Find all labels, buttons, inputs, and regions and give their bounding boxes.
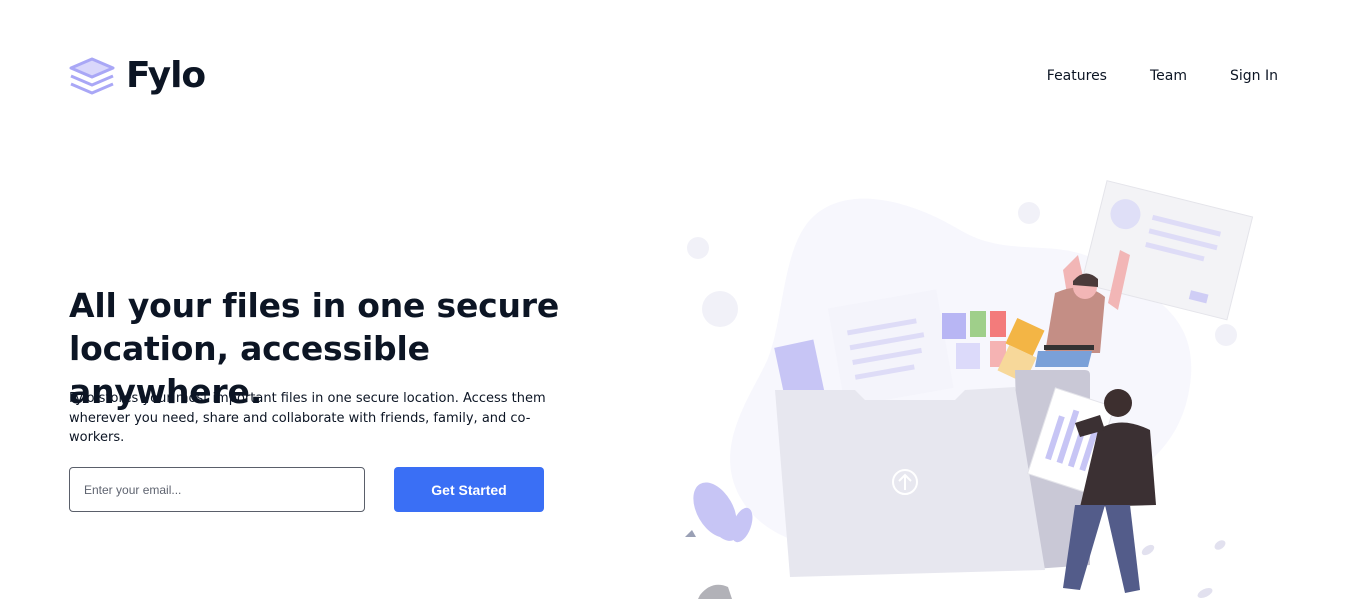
hero-illustration — [685, 180, 1254, 599]
leaf — [1141, 544, 1155, 556]
hero-description: Fylo stores your most important files in… — [69, 391, 546, 445]
stacked-layers-icon — [69, 57, 115, 95]
get-started-button[interactable]: Get Started — [394, 467, 544, 512]
rock — [698, 584, 732, 599]
logo[interactable]: Fylo — [68, 54, 206, 98]
leaf — [1214, 540, 1226, 550]
nav-link-sign-in[interactable]: Sign In — [1230, 68, 1278, 84]
small-rock — [685, 530, 696, 537]
leaf — [1197, 588, 1213, 598]
folder-front — [775, 387, 1045, 577]
deco-circle — [702, 291, 738, 327]
main-nav: Features Team Sign In — [1047, 68, 1278, 84]
nav-link-features[interactable]: Features — [1047, 68, 1107, 84]
email-input[interactable] — [69, 467, 365, 512]
deco-circle — [1215, 324, 1237, 346]
brand-name: Fylo — [126, 55, 206, 96]
landing-page: Fylo Features Team Sign In All your file… — [0, 0, 1347, 599]
deco-circle — [687, 237, 709, 259]
paper-white — [827, 289, 954, 407]
nav-link-team[interactable]: Team — [1150, 68, 1187, 84]
deco-circle — [1018, 202, 1040, 224]
